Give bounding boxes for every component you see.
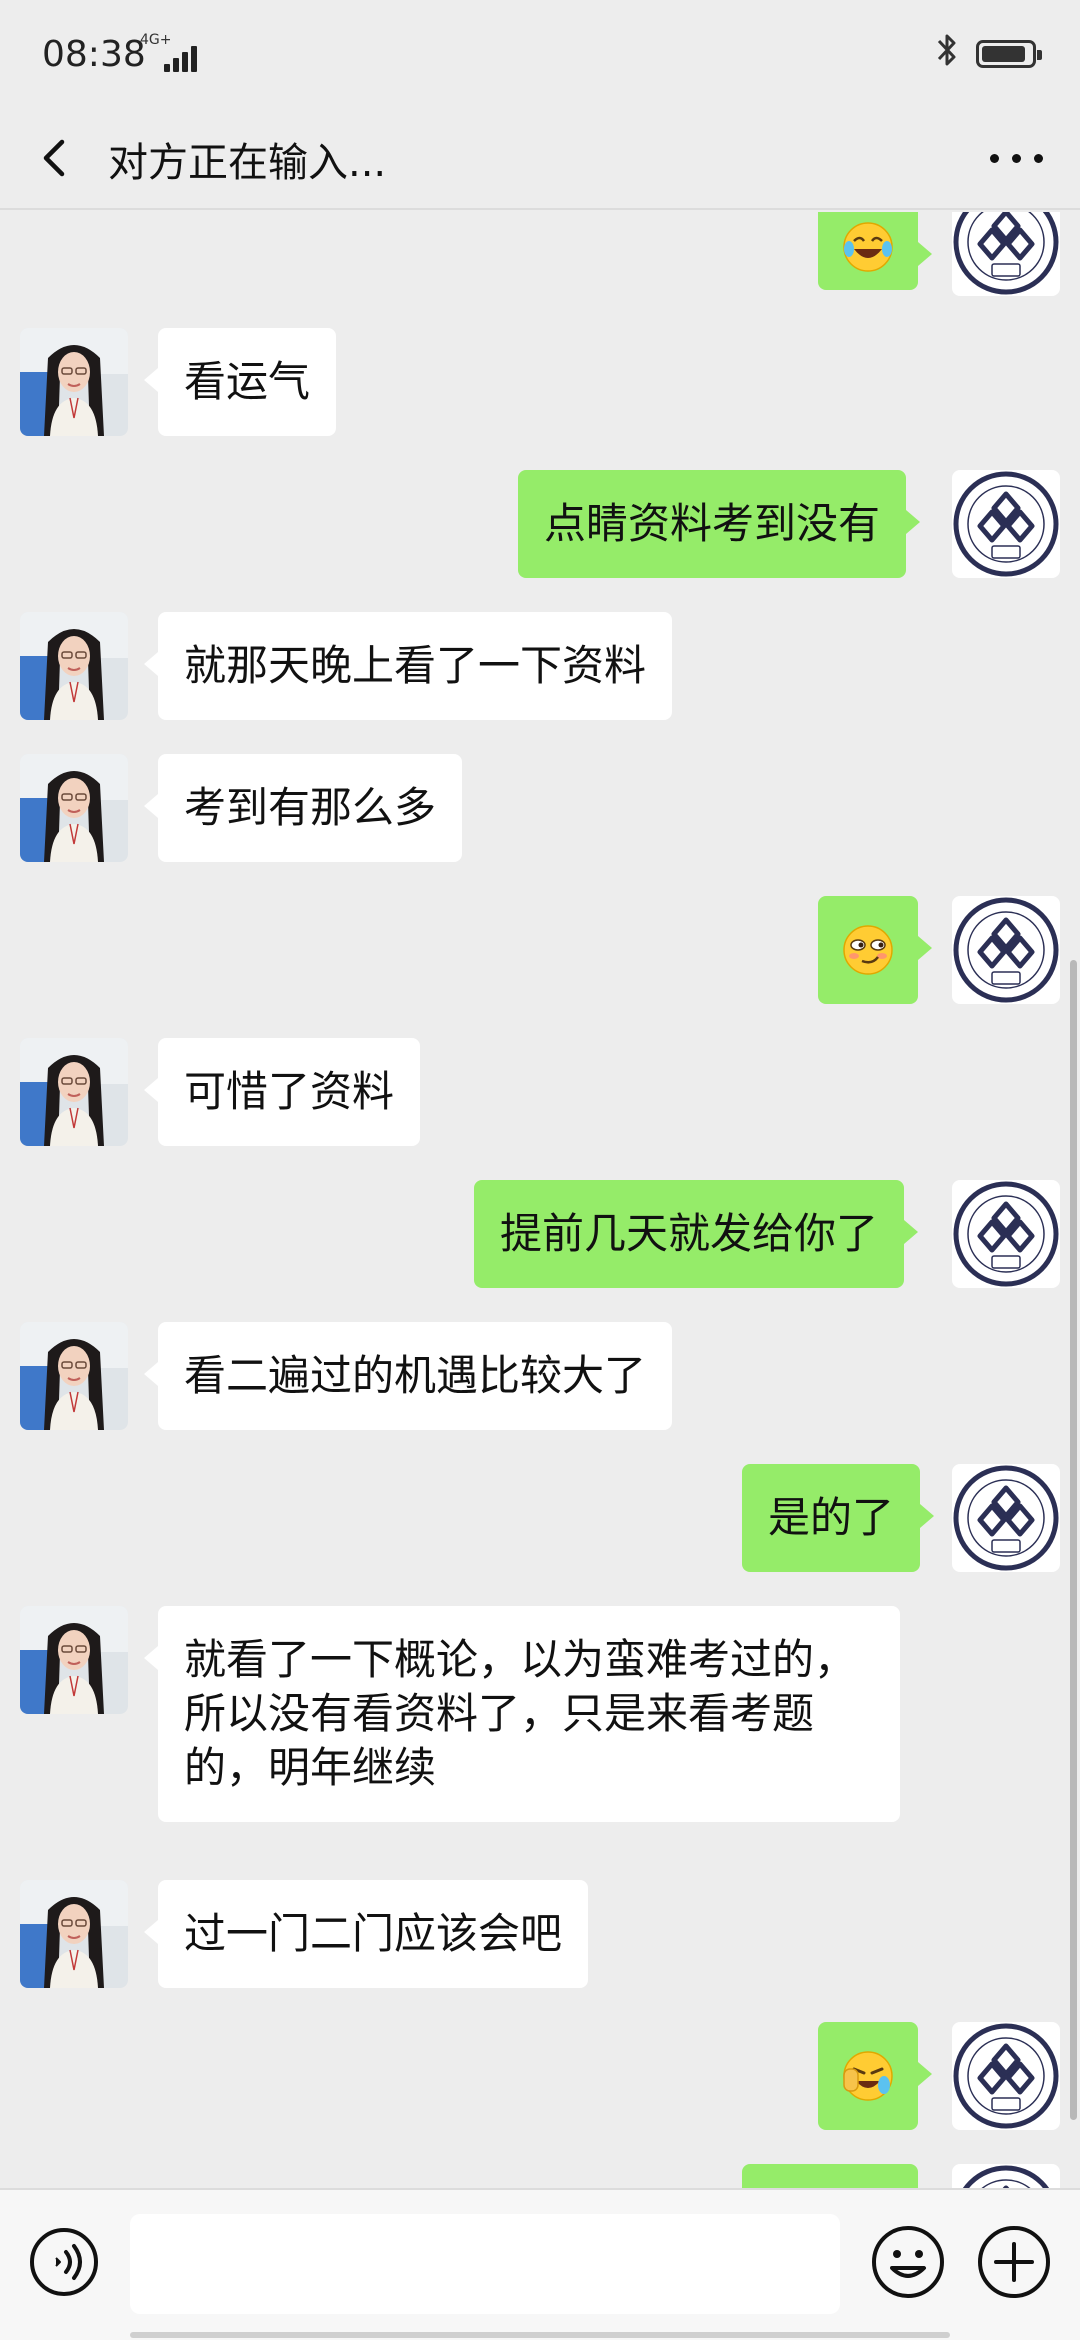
- message-bubble[interactable]: 点睛资料考到没有: [518, 470, 921, 578]
- message-bubble[interactable]: 是的了: [742, 1464, 935, 1572]
- message-text: 考到有那么多: [184, 783, 437, 832]
- my-avatar[interactable]: [952, 1464, 1060, 1572]
- more-functions-icon[interactable]: [976, 2224, 1052, 2300]
- bluetooth-icon: [937, 34, 956, 66]
- laughing-tears-emoji-icon: [843, 222, 893, 272]
- message-text: 看运气: [184, 357, 311, 406]
- my-avatar[interactable]: [952, 2164, 1060, 2188]
- smirk-emoji-icon: [843, 925, 893, 975]
- more-options-icon[interactable]: [982, 130, 1052, 180]
- message-bubble[interactable]: 看二遍过的机遇比较大了: [143, 1322, 673, 1430]
- contact-avatar[interactable]: [20, 1606, 128, 1714]
- my-avatar[interactable]: [952, 1180, 1060, 1288]
- network-type: 4G+: [140, 32, 172, 48]
- status-time: 08:38: [42, 34, 146, 75]
- message-text-line: 就看了一下概论，以为蛮难考过的，: [184, 1635, 857, 1684]
- message-bubble[interactable]: 过一门二门应该会吧: [143, 1880, 589, 1988]
- chat-header: 对方正在输入...: [0, 110, 1080, 210]
- message-text: 可惜了资料: [184, 1067, 395, 1116]
- message-text: 就那天晚上看了一下资料: [184, 641, 647, 690]
- contact-avatar[interactable]: [20, 612, 128, 720]
- contact-avatar[interactable]: [20, 754, 128, 862]
- chat-title: 对方正在输入...: [108, 140, 387, 186]
- message-bubble[interactable]: 可惜了资料: [143, 1038, 421, 1146]
- message-text: 看二遍过的机遇比较大了: [184, 1351, 647, 1400]
- my-avatar[interactable]: [952, 470, 1060, 578]
- my-avatar[interactable]: [952, 896, 1060, 1004]
- message-bubble[interactable]: [818, 212, 932, 290]
- input-bar: [0, 2188, 1080, 2340]
- message-bubble[interactable]: 就看了一下概论，以为蛮难考过的， 所以没有看资料了，只是来看考题 的，明年继续: [144, 1606, 900, 1822]
- message-bubble[interactable]: 考到有那么多: [143, 754, 463, 862]
- emoji-picker-icon[interactable]: [870, 2224, 946, 2300]
- message-bubble[interactable]: [818, 2022, 932, 2130]
- message-bubble[interactable]: [742, 2164, 918, 2188]
- scrollbar[interactable]: [1070, 960, 1077, 2120]
- message-bubble[interactable]: 就那天晚上看了一下资料: [143, 612, 673, 720]
- message-text-line: 所以没有看资料了，只是来看考题: [184, 1689, 815, 1738]
- message-bubble[interactable]: 看运气: [143, 328, 337, 436]
- contact-avatar[interactable]: [20, 1038, 128, 1146]
- sob-laugh-emoji-icon: [843, 2051, 893, 2101]
- voice-input-icon[interactable]: [28, 2226, 100, 2298]
- message-text-line: 的，明年继续: [184, 1743, 437, 1792]
- message-input[interactable]: [130, 2214, 840, 2314]
- message-list[interactable]: 看运气 点睛资料考到没有 就那天晚上看了一下资料 考到有那么多 可惜了资料 提前…: [0, 212, 1080, 2188]
- back-arrow-icon[interactable]: [30, 128, 80, 188]
- message-text: 是的了: [768, 1493, 895, 1542]
- contact-avatar[interactable]: [20, 1322, 128, 1430]
- signal-icon: 4G+: [140, 32, 200, 72]
- message-text: 点睛资料考到没有: [544, 499, 881, 548]
- contact-avatar[interactable]: [20, 1880, 128, 1988]
- status-bar: 08:38 4G+: [0, 0, 1080, 110]
- battery-icon: [976, 40, 1042, 68]
- message-bubble[interactable]: 提前几天就发给你了: [474, 1180, 919, 1288]
- contact-avatar[interactable]: [20, 328, 128, 436]
- my-avatar[interactable]: [952, 212, 1060, 296]
- home-indicator: [130, 2332, 950, 2338]
- my-avatar[interactable]: [952, 2022, 1060, 2130]
- message-bubble[interactable]: [818, 896, 932, 1004]
- message-text: 过一门二门应该会吧: [184, 1909, 563, 1958]
- message-text: 提前几天就发给你了: [500, 1209, 879, 1258]
